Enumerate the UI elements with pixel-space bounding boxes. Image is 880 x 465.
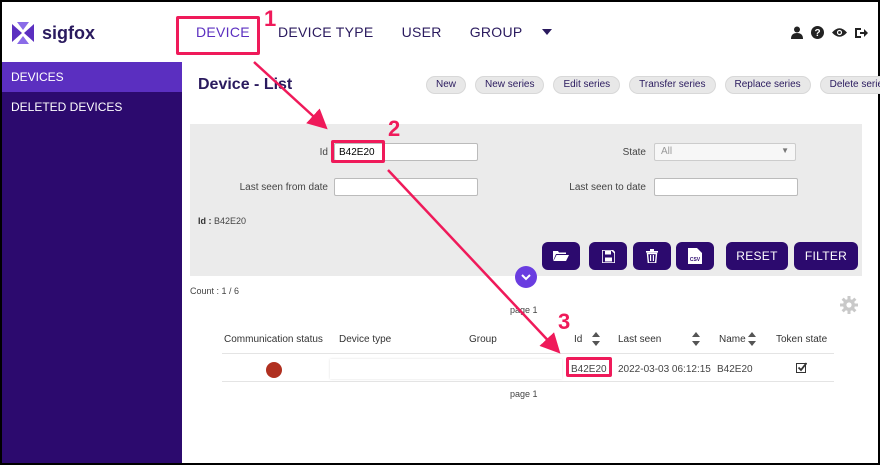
save-filter-button[interactable] <box>589 242 627 270</box>
pagination-top[interactable]: page 1 <box>510 305 538 315</box>
last-seen-from-label: Last seen from date <box>239 182 328 193</box>
column-communication-status[interactable]: Communication status <box>224 334 323 345</box>
sidebar-item-deleted-devices[interactable]: DELETED DEVICES <box>2 92 182 122</box>
token-state-checkbox-icon <box>796 362 807 373</box>
caret-down-icon[interactable] <box>541 28 553 36</box>
row-device-type-group-cell <box>330 359 562 379</box>
column-name[interactable]: Name <box>719 334 746 345</box>
step-3-label: 3 <box>558 309 571 334</box>
id-filter-label: Id <box>319 147 328 158</box>
save-icon <box>601 249 615 263</box>
column-token-state[interactable]: Token state <box>776 334 827 345</box>
top-header: sigfox DEVICE DEVICE TYPE USER GROUP ? <box>2 2 878 62</box>
last-seen-to-label: Last seen to date <box>569 182 646 193</box>
active-filter-summary: Id : B42E20 <box>198 216 247 226</box>
column-last-seen[interactable]: Last seen <box>618 334 661 345</box>
export-csv-button[interactable]: CSV <box>676 242 714 270</box>
nav-group[interactable]: GROUP <box>470 24 523 40</box>
help-icon[interactable]: ? <box>811 26 824 39</box>
communication-status-dot <box>266 362 282 378</box>
trash-icon <box>646 249 658 263</box>
step-2-label: 2 <box>388 116 401 141</box>
new-button[interactable]: New <box>426 76 467 94</box>
header-icons: ? <box>791 26 868 39</box>
summary-key: Id <box>198 216 206 226</box>
delete-filter-button[interactable] <box>633 242 671 270</box>
column-group[interactable]: Group <box>469 334 497 345</box>
callout-box-device-nav <box>176 16 260 55</box>
reset-button[interactable]: RESET <box>726 242 788 270</box>
transfer-series-button[interactable]: Transfer series <box>629 76 716 94</box>
nav-user[interactable]: USER <box>402 24 442 40</box>
replace-series-button[interactable]: Replace series <box>724 76 811 94</box>
column-device-type[interactable]: Device type <box>339 334 391 345</box>
brand-name: sigfox <box>42 22 96 43</box>
logout-icon[interactable] <box>855 27 868 39</box>
svg-text:?: ? <box>814 28 820 39</box>
action-buttons: New New series Edit series Transfer seri… <box>426 76 880 94</box>
last-seen-to-input[interactable] <box>654 178 798 196</box>
result-count: Count : 1 / 6 <box>190 286 240 296</box>
state-filter-label: State <box>622 147 646 158</box>
eye-icon[interactable] <box>832 27 847 38</box>
csv-icon: CSV <box>688 248 702 264</box>
table-header: Communication status Device type Group I… <box>222 326 834 354</box>
last-seen-from-input[interactable] <box>334 178 478 196</box>
nav-device-type[interactable]: DEVICE TYPE <box>278 24 374 40</box>
sigfox-logo[interactable]: sigfox <box>10 20 95 46</box>
delete-series-button[interactable]: Delete series <box>819 76 880 94</box>
new-series-button[interactable]: New series <box>475 76 545 94</box>
column-id[interactable]: Id <box>574 334 582 345</box>
pagination-bottom[interactable]: page 1 <box>510 389 538 399</box>
folder-open-icon <box>553 251 569 261</box>
sigfox-logo-icon <box>12 22 34 44</box>
sidebar: DEVICES DELETED DEVICES <box>2 62 182 463</box>
gear-icon[interactable] <box>840 296 858 314</box>
sort-last-seen-icon[interactable] <box>692 331 700 347</box>
svg-text:CSV: CSV <box>690 257 701 263</box>
table-row[interactable]: B42E20 2022-03-03 06:12:15 B42E20 <box>222 356 834 382</box>
chevron-down-icon <box>521 273 531 280</box>
select-caret-icon: ▼ <box>781 146 789 155</box>
collapse-filters-button[interactable] <box>515 266 537 288</box>
page-title: Device - List <box>198 76 293 93</box>
state-select-value: All <box>661 146 673 157</box>
user-icon[interactable] <box>791 26 803 39</box>
step-1-label: 1 <box>264 6 277 31</box>
callout-box-id-filter <box>331 140 385 163</box>
edit-series-button[interactable]: Edit series <box>553 76 621 94</box>
sidebar-item-devices[interactable]: DEVICES <box>2 62 182 92</box>
state-select[interactable]: All ▼ <box>654 143 796 161</box>
sort-name-icon[interactable] <box>748 331 756 347</box>
callout-box-id-cell <box>566 357 612 377</box>
open-filter-button[interactable] <box>542 242 580 270</box>
sort-id-icon[interactable] <box>592 331 600 347</box>
cell-last-seen: 2022-03-03 06:12:15 <box>618 364 711 375</box>
cell-name: B42E20 <box>717 364 753 375</box>
filter-button[interactable]: FILTER <box>794 242 858 270</box>
filter-panel: Id State All ▼ Last seen from date Last … <box>190 124 862 276</box>
summary-value: B42E20 <box>214 216 247 226</box>
